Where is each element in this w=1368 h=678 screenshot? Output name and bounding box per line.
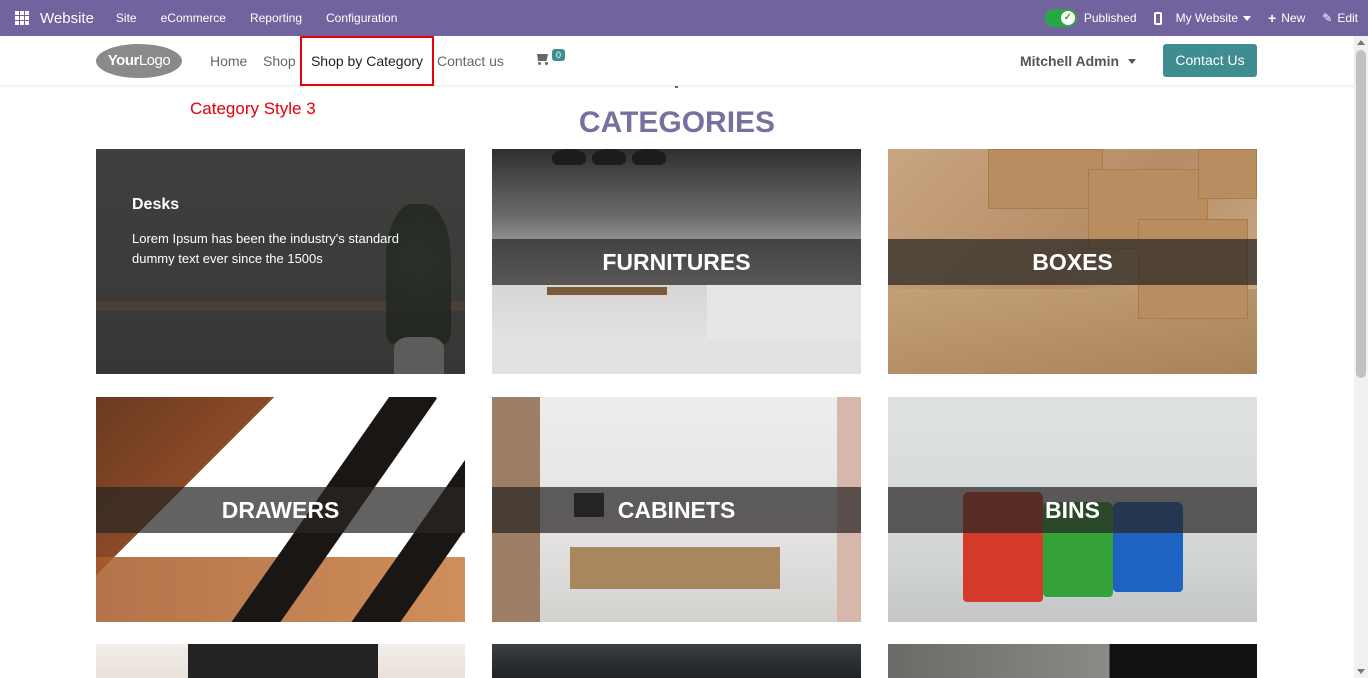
site-header: YourLogo Home Shop Shop by Category Cont…: [0, 36, 1354, 86]
plus-icon: +: [1268, 10, 1277, 26]
category-name: Desks: [132, 196, 180, 213]
contact-us-button[interactable]: Contact Us: [1163, 44, 1257, 77]
category-label: BINS: [888, 487, 1257, 533]
nav-home[interactable]: Home: [210, 36, 247, 86]
lamp-image: [592, 149, 626, 165]
category-card-desks[interactable]: Desks Lorem Ipsum has been the industry'…: [96, 149, 465, 374]
scrollbar-thumb[interactable]: [1356, 50, 1366, 378]
website-label: My Website: [1175, 11, 1239, 25]
site-logo[interactable]: YourLogo: [96, 44, 182, 78]
category-card-row3-3[interactable]: [888, 644, 1257, 678]
lamp-image: [552, 149, 586, 165]
tv-stand-image: [570, 547, 780, 589]
chevron-down-icon: [1243, 15, 1252, 21]
nav-shop[interactable]: Shop: [263, 36, 296, 86]
category-card-bins[interactable]: BINS: [888, 397, 1257, 622]
website-switcher[interactable]: My Website: [1175, 11, 1252, 25]
published-toggle[interactable]: ✓ Published: [1044, 9, 1137, 27]
new-button[interactable]: + New: [1268, 10, 1305, 26]
edit-label: Edit: [1337, 11, 1358, 25]
category-label: FURNITURES: [492, 239, 861, 285]
lamp-image: [632, 149, 666, 165]
user-menu[interactable]: Mitchell Admin: [1020, 36, 1137, 86]
cart-count-badge: 0: [552, 49, 566, 61]
category-description: Lorem Ipsum has been the industry's stan…: [132, 231, 399, 266]
admin-menu-site[interactable]: Site: [116, 11, 137, 25]
category-label: DRAWERS: [96, 487, 465, 533]
category-card-boxes[interactable]: BOXES: [888, 149, 1257, 374]
category-card-cabinets[interactable]: CABINETS: [492, 397, 861, 622]
toggle-switch[interactable]: ✓: [1044, 9, 1077, 27]
category-card-row3-1[interactable]: [96, 644, 465, 678]
check-icon: ✓: [1060, 11, 1075, 25]
pencil-icon: ✎: [1322, 11, 1333, 25]
cart-icon[interactable]: [535, 52, 549, 66]
published-label: Published: [1083, 11, 1137, 25]
section-title: CATEGORIES: [578, 106, 776, 139]
category-card-row3-2[interactable]: [492, 644, 861, 678]
category-label: CABINETS: [492, 487, 861, 533]
admin-menu-configuration[interactable]: Configuration: [326, 11, 397, 25]
edit-button[interactable]: ✎ Edit: [1322, 11, 1358, 25]
category-label: BOXES: [888, 239, 1257, 285]
admin-bar: Website Site eCommerce Reporting Configu…: [0, 0, 1368, 36]
admin-menu-reporting[interactable]: Reporting: [250, 11, 302, 25]
chevron-down-icon: [1128, 58, 1137, 64]
scroll-down-arrow-icon[interactable]: [1357, 669, 1365, 674]
nav-shop-by-category[interactable]: Shop by Category: [300, 36, 434, 86]
nav-contact[interactable]: Contact us: [437, 36, 504, 86]
admin-brand[interactable]: Website: [40, 10, 94, 27]
scroll-up-arrow-icon[interactable]: [1357, 40, 1365, 45]
mobile-preview-icon[interactable]: [1153, 11, 1162, 25]
new-label: New: [1281, 11, 1306, 25]
user-name: Mitchell Admin: [1020, 53, 1120, 69]
apps-grid-icon[interactable]: [15, 11, 29, 25]
page-scrollbar[interactable]: [1354, 36, 1368, 678]
category-card-furnitures[interactable]: FURNITURES: [492, 149, 861, 374]
admin-menu-ecommerce[interactable]: eCommerce: [161, 11, 226, 25]
category-card-drawers[interactable]: DRAWERS: [96, 397, 465, 622]
